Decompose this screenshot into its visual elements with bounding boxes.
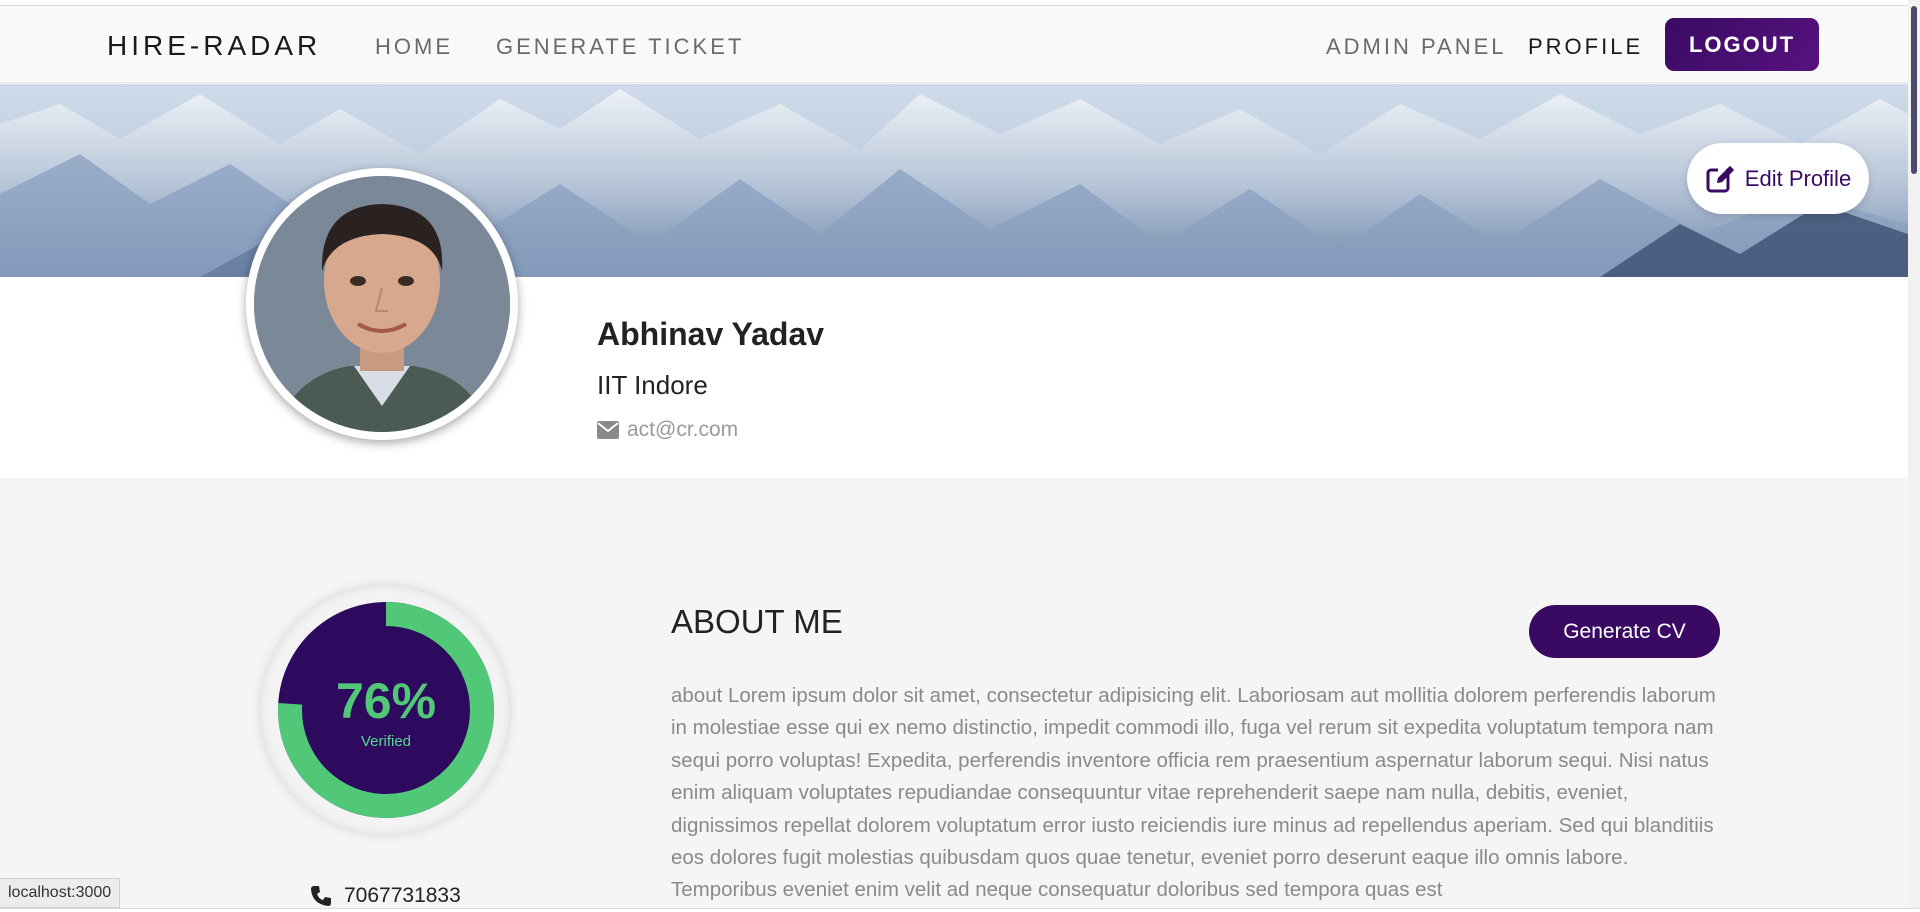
profile-email-row: act@cr.com bbox=[597, 418, 738, 442]
page: HIRE-RADAR HOME GENERATE TICKET ADMIN PA… bbox=[0, 0, 1908, 912]
scrollbar-thumb[interactable] bbox=[1911, 6, 1917, 174]
nav-profile[interactable]: PROFILE bbox=[1528, 34, 1643, 60]
navbar: HIRE-RADAR HOME GENERATE TICKET ADMIN PA… bbox=[0, 6, 1908, 83]
generate-cv-button[interactable]: Generate CV bbox=[1529, 605, 1720, 658]
phone-icon bbox=[311, 886, 331, 906]
profile-email[interactable]: act@cr.com bbox=[627, 418, 738, 442]
avatar-photo bbox=[254, 176, 510, 432]
brand-logo[interactable]: HIRE-RADAR bbox=[107, 30, 321, 62]
verification-percent: 76% bbox=[335, 673, 437, 729]
edit-icon bbox=[1706, 165, 1734, 192]
window-bottom-edge bbox=[0, 908, 1920, 912]
avatar bbox=[246, 168, 518, 440]
profile-phone: 7067731833 bbox=[344, 884, 461, 907]
profile-institute: IIT Indore bbox=[597, 370, 708, 400]
browser-status-bar: localhost:3000 bbox=[0, 878, 121, 908]
scrollbar[interactable] bbox=[1908, 0, 1920, 912]
verification-label: Verified bbox=[360, 733, 412, 750]
nav-generate-ticket[interactable]: GENERATE TICKET bbox=[496, 34, 744, 60]
edit-profile-label: Edit Profile bbox=[1744, 165, 1852, 191]
edit-profile-button[interactable]: Edit Profile bbox=[1687, 143, 1869, 214]
logout-button[interactable]: LOGOUT bbox=[1665, 18, 1819, 71]
about-text: about Lorem ipsum dolor sit amet, consec… bbox=[671, 684, 1716, 902]
profile-phone-row: 7067731833 bbox=[310, 884, 461, 908]
profile-name: Abhinav Yadav bbox=[597, 316, 825, 352]
nav-admin-panel[interactable]: ADMIN PANEL bbox=[1326, 34, 1507, 60]
nav-home[interactable]: HOME bbox=[375, 34, 453, 60]
about-title: ABOUT ME bbox=[671, 603, 843, 640]
envelope-icon bbox=[597, 421, 619, 439]
